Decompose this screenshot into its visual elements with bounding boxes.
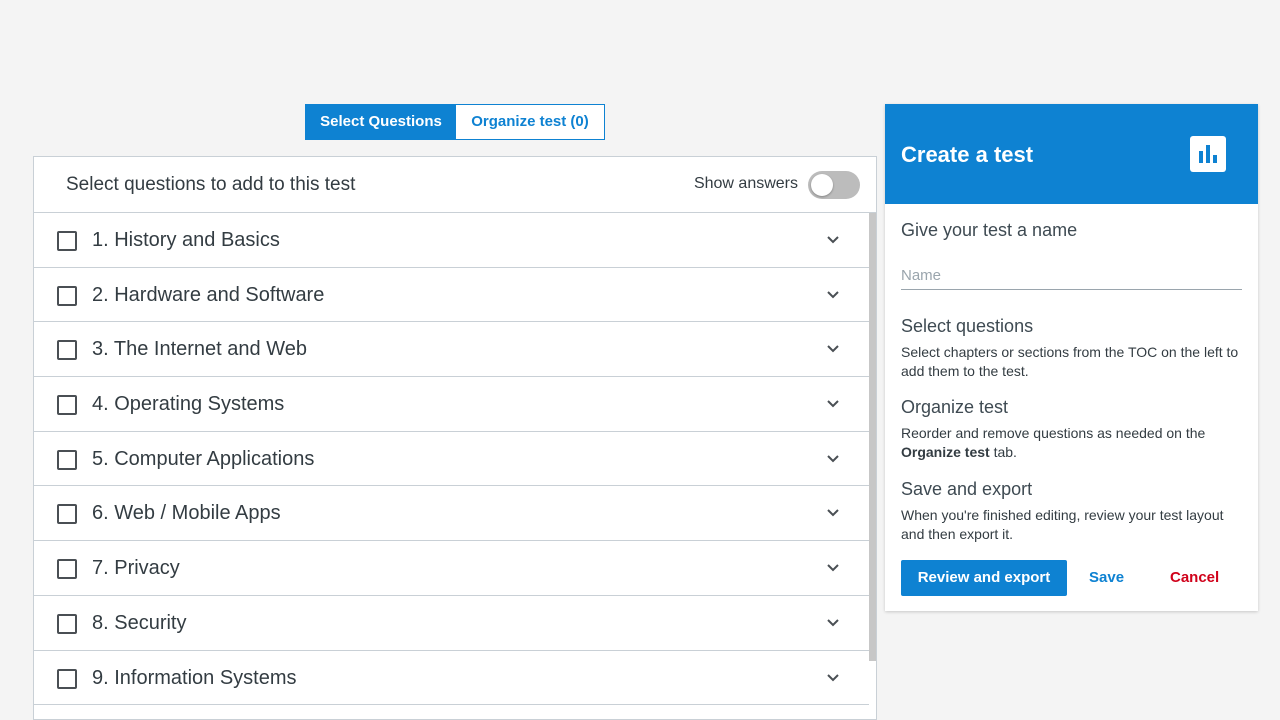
chapter-label: 8. Security: [92, 611, 187, 634]
chapter-label: 7. Privacy: [92, 557, 180, 580]
chapter-label: 3. The Internet and Web: [92, 338, 307, 361]
chevron-down-icon[interactable]: [825, 614, 841, 630]
chapter-row[interactable]: 4. Operating Systems: [34, 377, 869, 432]
chevron-down-icon[interactable]: [825, 669, 841, 685]
question-panel-title: Select questions to add to this test: [66, 174, 356, 195]
organize-text-before: Reorder and remove questions as needed o…: [901, 425, 1206, 441]
chapter-checkbox[interactable]: [57, 231, 77, 251]
create-test-panel: Create a test Give your test a name Sele…: [885, 104, 1258, 611]
organize-test-heading: Organize test: [901, 397, 1009, 417]
chapter-row[interactable]: 8. Security: [34, 596, 869, 651]
chapter-checkbox[interactable]: [57, 395, 77, 416]
chapter-row[interactable]: 3. The Internet and Web: [34, 322, 869, 378]
chapter-checkbox[interactable]: [57, 449, 77, 470]
chapter-row[interactable]: 5. Computer Applications: [34, 432, 869, 487]
chapter-row[interactable]: 1. History and Basics: [34, 213, 869, 268]
chevron-down-icon[interactable]: [825, 340, 841, 356]
chapter-checkbox[interactable]: [57, 504, 77, 525]
question-selection-panel: Select questions to add to this test Sho…: [33, 156, 877, 720]
chapter-list: 1. History and Basics 2. Hardware and Sof…: [34, 213, 869, 706]
chevron-down-icon[interactable]: [825, 450, 841, 466]
question-panel-header: Select questions to add to this test Sho…: [34, 157, 876, 213]
select-questions-text: Select chapters or sections from the TOC…: [901, 344, 1239, 379]
chapter-row[interactable]: 2. Hardware and Software: [34, 268, 869, 323]
name-heading: Give your test a name: [901, 220, 1078, 240]
bar-chart-icon: [1190, 136, 1226, 172]
organize-text-bold: Organize test: [901, 444, 990, 460]
save-export-text: When you're finished editing, review you…: [901, 507, 1224, 542]
chapter-checkbox[interactable]: [57, 668, 77, 689]
organize-text-after: tab.: [989, 444, 1017, 460]
toggle-knob: [811, 174, 833, 196]
cancel-button[interactable]: Cancel: [1170, 560, 1219, 596]
select-questions-heading: Select questions: [901, 316, 1034, 336]
chapter-label: 2. Hardware and Software: [92, 283, 325, 306]
scrollbar[interactable]: [869, 213, 876, 661]
chevron-down-icon[interactable]: [825, 395, 841, 411]
chapter-label: 9. Information Systems: [92, 666, 297, 689]
chapter-label: 5. Computer Applications: [92, 447, 315, 470]
chevron-down-icon[interactable]: [825, 504, 841, 520]
review-export-button[interactable]: Review and export: [901, 560, 1067, 596]
chapter-row[interactable]: 7. Privacy: [34, 541, 869, 596]
chapter-checkbox[interactable]: [57, 613, 77, 634]
tab-organize-test[interactable]: Organize test (0): [456, 105, 604, 139]
save-export-heading: Save and export: [901, 479, 1033, 499]
save-button[interactable]: Save: [1089, 560, 1124, 596]
test-name-input[interactable]: [901, 262, 1242, 290]
chapter-row[interactable]: 6. Web / Mobile Apps: [34, 486, 869, 542]
show-answers-label: Show answers: [693, 175, 798, 192]
chevron-down-icon[interactable]: [825, 286, 841, 302]
chapter-label: 4. Operating Systems: [92, 393, 285, 416]
chevron-down-icon[interactable]: [825, 559, 841, 575]
show-answers-toggle[interactable]: [808, 171, 860, 199]
chapter-checkbox[interactable]: [57, 340, 77, 361]
chapter-checkbox[interactable]: [57, 285, 77, 306]
tab-bar: Select Questions Organize test (0): [305, 104, 605, 140]
create-test-title: Create a test: [901, 142, 1034, 167]
chapter-row[interactable]: 9. Information Systems: [34, 651, 869, 706]
chevron-down-icon[interactable]: [825, 231, 841, 247]
tab-select-questions[interactable]: Select Questions: [306, 105, 456, 139]
create-test-header: Create a test: [885, 104, 1258, 204]
organize-test-text: Reorder and remove questions as needed o…: [901, 424, 1246, 462]
chapter-label: 1. History and Basics: [92, 229, 280, 251]
chapter-label: 6. Web / Mobile Apps: [92, 502, 281, 525]
chapter-checkbox[interactable]: [57, 559, 77, 580]
